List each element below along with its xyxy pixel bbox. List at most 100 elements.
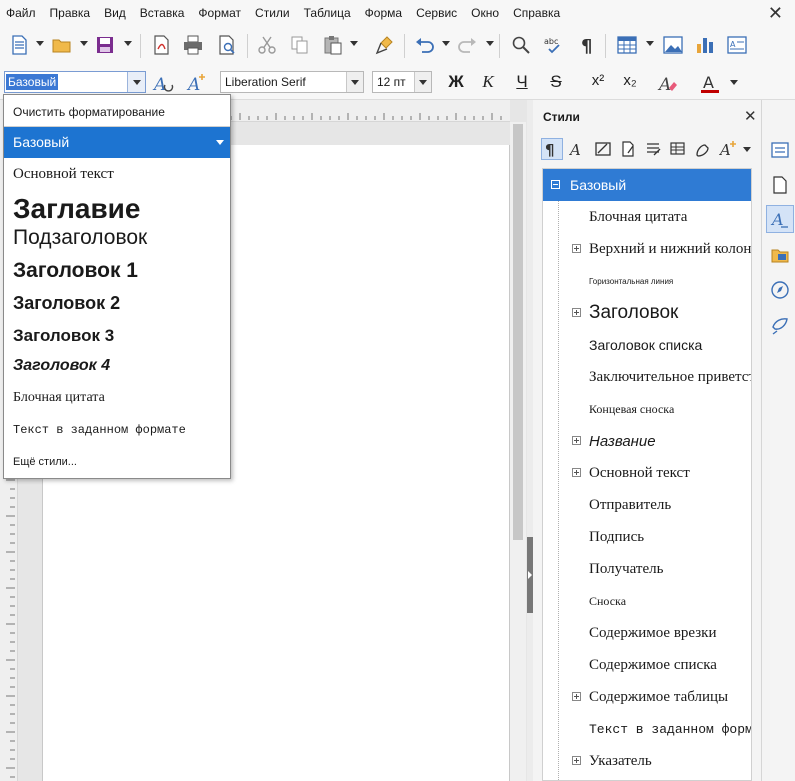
subscript-button[interactable]: x₂ — [619, 72, 641, 94]
font-color-dropdown-icon[interactable] — [730, 80, 738, 85]
expand-icon[interactable] — [572, 468, 581, 477]
menu-help[interactable]: Справка — [513, 6, 560, 20]
menu-format[interactable]: Формат — [198, 6, 241, 20]
dropdown-item-block-quote[interactable]: Блочная цитата — [13, 390, 105, 406]
dropdown-item-heading-4[interactable]: Заголовок 4 — [13, 357, 110, 375]
dropdown-item-selected[interactable]: Базовый — [4, 127, 230, 158]
style-item[interactable]: Верхний и нижний колонтитулы — [543, 233, 751, 265]
style-actions-dropdown-icon[interactable] — [743, 147, 751, 152]
list-styles-icon[interactable] — [642, 138, 664, 160]
menu-form[interactable]: Форма — [365, 6, 402, 20]
font-name-dropdown-button[interactable] — [346, 72, 363, 92]
redo-dropdown-icon[interactable] — [486, 41, 494, 46]
dropdown-item-body-text[interactable]: Основной текст — [13, 166, 114, 183]
character-styles-icon[interactable]: A — [567, 138, 589, 160]
style-item[interactable]: Название — [543, 425, 751, 457]
new-dropdown-icon[interactable] — [36, 41, 44, 46]
table-styles-icon[interactable] — [667, 138, 689, 160]
expand-icon[interactable] — [572, 756, 581, 765]
formatting-marks-icon[interactable]: ¶ — [575, 32, 601, 58]
undo-dropdown-icon[interactable] — [442, 41, 450, 46]
open-folder-icon[interactable] — [49, 32, 75, 58]
fill-format-mode-icon[interactable] — [692, 138, 714, 160]
update-style-icon[interactable]: A — [150, 70, 176, 96]
undo-icon[interactable] — [412, 32, 438, 58]
more-styles-item[interactable]: Ещё стили... — [13, 456, 77, 468]
manage-changes-icon[interactable] — [766, 311, 794, 339]
expand-icon[interactable] — [572, 692, 581, 701]
paste-icon[interactable] — [320, 32, 346, 58]
collapse-icon[interactable] — [551, 180, 560, 189]
paste-dropdown-icon[interactable] — [350, 41, 358, 46]
italic-button[interactable]: К — [479, 72, 497, 94]
font-name-combobox[interactable]: Liberation Serif — [220, 71, 364, 93]
page-icon[interactable] — [766, 171, 794, 199]
properties-icon[interactable] — [766, 136, 794, 164]
insert-image-icon[interactable] — [660, 32, 686, 58]
menu-edit[interactable]: Правка — [50, 6, 91, 20]
style-item[interactable]: Отправитель — [543, 489, 751, 521]
menu-tools[interactable]: Сервис — [416, 6, 457, 20]
font-size-combobox[interactable]: 12 пт — [372, 71, 432, 93]
navigator-icon[interactable] — [766, 276, 794, 304]
item-menu-arrow-icon[interactable] — [216, 140, 224, 145]
save-dropdown-icon[interactable] — [124, 41, 132, 46]
frame-styles-icon[interactable] — [592, 138, 614, 160]
paragraph-style-dropdown-button[interactable] — [127, 72, 145, 92]
page-styles-icon[interactable] — [617, 138, 639, 160]
insert-chart-icon[interactable] — [692, 32, 718, 58]
cut-icon[interactable] — [254, 32, 280, 58]
menu-window[interactable]: Окно — [471, 6, 499, 20]
style-item[interactable]: Заголовок списка — [543, 329, 751, 361]
style-item[interactable]: Содержимое таблицы — [543, 681, 751, 713]
window-close-button[interactable]: ✕ — [768, 3, 783, 24]
dropdown-item-title[interactable]: Заглавие — [13, 193, 140, 225]
menu-styles[interactable]: Стили — [255, 6, 290, 20]
menu-view[interactable]: Вид — [104, 6, 126, 20]
dropdown-item-subtitle[interactable]: Подзаголовок — [13, 226, 147, 250]
clone-formatting-icon[interactable] — [372, 32, 398, 58]
style-item[interactable]: Сноска — [543, 585, 751, 617]
expand-icon[interactable] — [572, 308, 581, 317]
insert-table-icon[interactable] — [614, 32, 640, 58]
new-style-from-selection-icon[interactable]: A — [717, 138, 739, 160]
paragraph-styles-icon[interactable]: ¶ — [541, 138, 563, 160]
find-replace-icon[interactable] — [508, 32, 534, 58]
styles-icon[interactable]: A — [766, 205, 794, 233]
dropdown-item-heading-3[interactable]: Заголовок 3 — [13, 326, 114, 346]
bold-button[interactable]: Ж — [446, 72, 466, 94]
style-item[interactable]: Подпись — [543, 521, 751, 553]
style-item[interactable]: Основной текст — [543, 457, 751, 489]
style-item[interactable]: Содержимое врезки — [543, 617, 751, 649]
insert-textbox-icon[interactable]: A — [724, 32, 750, 58]
style-item[interactable]: Заголовок — [543, 297, 751, 329]
scrollbar-thumb[interactable] — [513, 124, 523, 540]
print-icon[interactable] — [180, 32, 206, 58]
save-icon[interactable] — [92, 32, 118, 58]
menu-insert[interactable]: Вставка — [140, 6, 185, 20]
expand-icon[interactable] — [572, 244, 581, 253]
print-preview-icon[interactable] — [214, 32, 240, 58]
strikethrough-button[interactable]: S — [547, 72, 565, 94]
font-size-dropdown-button[interactable] — [414, 72, 431, 92]
copy-icon[interactable] — [287, 32, 313, 58]
gallery-icon[interactable] — [766, 241, 794, 269]
menu-file[interactable]: Файл — [6, 6, 36, 20]
style-item[interactable]: Текст в заданном формате — [543, 713, 751, 745]
underline-button[interactable]: Ч — [513, 72, 531, 94]
style-item[interactable]: Получатель — [543, 553, 751, 585]
style-item[interactable]: Горизонтальная линия — [543, 265, 751, 297]
paragraph-style-combobox[interactable]: Базовый — [4, 71, 146, 93]
expand-icon[interactable] — [572, 436, 581, 445]
spellcheck-icon[interactable]: abc — [541, 32, 567, 58]
sidebar-close-button[interactable]: ✕ — [744, 107, 757, 125]
export-pdf-icon[interactable] — [148, 32, 174, 58]
dropdown-item-heading-1[interactable]: Заголовок 1 — [13, 259, 138, 283]
style-item[interactable]: Содержимое списка — [543, 649, 751, 681]
open-dropdown-icon[interactable] — [80, 41, 88, 46]
font-color-icon[interactable]: A — [697, 70, 723, 96]
style-item[interactable]: Указатель — [543, 745, 751, 777]
redo-icon[interactable] — [454, 32, 480, 58]
clear-direct-formatting-icon[interactable]: A — [655, 70, 681, 96]
menu-table[interactable]: Таблица — [304, 6, 351, 20]
